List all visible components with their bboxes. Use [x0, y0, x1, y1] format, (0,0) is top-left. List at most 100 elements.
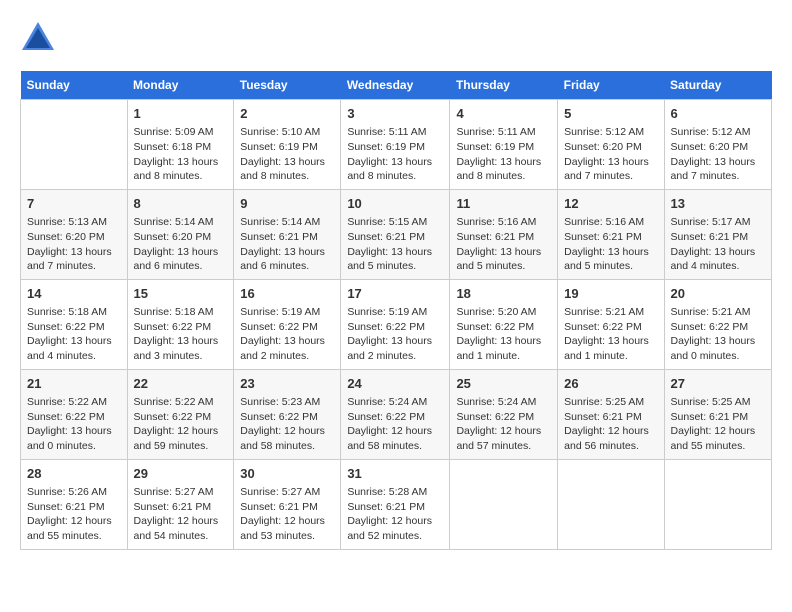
- calendar-body: 1Sunrise: 5:09 AM Sunset: 6:18 PM Daylig…: [21, 100, 772, 550]
- calendar-header-saturday: Saturday: [664, 71, 771, 100]
- calendar-week-4: 21Sunrise: 5:22 AM Sunset: 6:22 PM Dayli…: [21, 369, 772, 459]
- day-number: 9: [240, 195, 334, 213]
- day-info: Sunrise: 5:25 AM Sunset: 6:21 PM Dayligh…: [564, 395, 657, 454]
- day-info: Sunrise: 5:15 AM Sunset: 6:21 PM Dayligh…: [347, 215, 443, 274]
- day-number: 1: [134, 105, 228, 123]
- calendar-cell: 5Sunrise: 5:12 AM Sunset: 6:20 PM Daylig…: [558, 100, 664, 190]
- calendar-cell: 29 Sunrise: 5:27 AM Sunset: 6:21 PM Dayli…: [127, 459, 234, 549]
- calendar-cell: 12 Sunrise: 5:16 AM Sunset: 6:21 PM Dayli…: [558, 189, 664, 279]
- day-number: 12: [564, 195, 657, 213]
- calendar-table: SundayMondayTuesdayWednesdayThursdayFrid…: [20, 71, 772, 550]
- calendar-cell: 21Sunrise: 5:22 AM Sunset: 6:22 PM Dayli…: [21, 369, 128, 459]
- calendar-cell: 6 Sunrise: 5:12 AM Sunset: 6:20 PM Daylig…: [664, 100, 771, 190]
- calendar-cell: 18 Sunrise: 5:20 AM Sunset: 6:22 PM Dayli…: [450, 279, 558, 369]
- day-number: 15: [134, 285, 228, 303]
- day-number: 10: [347, 195, 443, 213]
- calendar-cell: 23Sunrise: 5:23 AM Sunset: 6:22 PM Dayli…: [234, 369, 341, 459]
- day-number: 3: [347, 105, 443, 123]
- calendar-cell: 15 Sunrise: 5:18 AM Sunset: 6:22 PM Dayli…: [127, 279, 234, 369]
- calendar-cell: 11 Sunrise: 5:16 AM Sunset: 6:21 PM Dayli…: [450, 189, 558, 279]
- day-info: Sunrise: 5:10 AM Sunset: 6:19 PM Dayligh…: [240, 125, 334, 184]
- calendar-week-1: 1Sunrise: 5:09 AM Sunset: 6:18 PM Daylig…: [21, 100, 772, 190]
- calendar-header-tuesday: Tuesday: [234, 71, 341, 100]
- day-number: 29: [134, 465, 228, 483]
- day-info: Sunrise: 5:16 AM Sunset: 6:21 PM Dayligh…: [564, 215, 657, 274]
- day-info: Sunrise: 5:24 AM Sunset: 6:22 PM Dayligh…: [456, 395, 551, 454]
- day-number: 24: [347, 375, 443, 393]
- day-number: 23: [240, 375, 334, 393]
- calendar-cell: 25 Sunrise: 5:24 AM Sunset: 6:22 PM Dayli…: [450, 369, 558, 459]
- day-number: 11: [456, 195, 551, 213]
- calendar-cell: 8 Sunrise: 5:14 AM Sunset: 6:20 PM Daylig…: [127, 189, 234, 279]
- calendar-cell: [558, 459, 664, 549]
- day-info: Sunrise: 5:16 AM Sunset: 6:21 PM Dayligh…: [456, 215, 551, 274]
- day-info: Sunrise: 5:17 AM Sunset: 6:21 PM Dayligh…: [671, 215, 765, 274]
- day-number: 18: [456, 285, 551, 303]
- calendar-cell: [664, 459, 771, 549]
- calendar-cell: [21, 100, 128, 190]
- calendar-cell: 26Sunrise: 5:25 AM Sunset: 6:21 PM Dayli…: [558, 369, 664, 459]
- day-number: 8: [134, 195, 228, 213]
- day-info: Sunrise: 5:28 AM Sunset: 6:21 PM Dayligh…: [347, 485, 443, 544]
- day-info: Sunrise: 5:25 AM Sunset: 6:21 PM Dayligh…: [671, 395, 765, 454]
- day-info: Sunrise: 5:19 AM Sunset: 6:22 PM Dayligh…: [347, 305, 443, 364]
- calendar-header-row: SundayMondayTuesdayWednesdayThursdayFrid…: [21, 71, 772, 100]
- day-number: 7: [27, 195, 121, 213]
- logo: [20, 20, 62, 56]
- day-number: 31: [347, 465, 443, 483]
- day-info: Sunrise: 5:22 AM Sunset: 6:22 PM Dayligh…: [27, 395, 121, 454]
- day-number: 20: [671, 285, 765, 303]
- day-info: Sunrise: 5:21 AM Sunset: 6:22 PM Dayligh…: [671, 305, 765, 364]
- calendar-cell: 10 Sunrise: 5:15 AM Sunset: 6:21 PM Dayli…: [341, 189, 450, 279]
- day-info: Sunrise: 5:27 AM Sunset: 6:21 PM Dayligh…: [134, 485, 228, 544]
- calendar-cell: 13 Sunrise: 5:17 AM Sunset: 6:21 PM Dayli…: [664, 189, 771, 279]
- calendar-header-friday: Friday: [558, 71, 664, 100]
- page-header: [20, 20, 772, 56]
- calendar-week-2: 7 Sunrise: 5:13 AM Sunset: 6:20 PM Daylig…: [21, 189, 772, 279]
- day-number: 22: [134, 375, 228, 393]
- day-number: 17: [347, 285, 443, 303]
- calendar-cell: 22Sunrise: 5:22 AM Sunset: 6:22 PM Dayli…: [127, 369, 234, 459]
- day-info: Sunrise: 5:21 AM Sunset: 6:22 PM Dayligh…: [564, 305, 657, 364]
- calendar-cell: 27 Sunrise: 5:25 AM Sunset: 6:21 PM Dayli…: [664, 369, 771, 459]
- calendar-week-3: 14Sunrise: 5:18 AM Sunset: 6:22 PM Dayli…: [21, 279, 772, 369]
- day-number: 27: [671, 375, 765, 393]
- day-info: Sunrise: 5:18 AM Sunset: 6:22 PM Dayligh…: [27, 305, 121, 364]
- day-info: Sunrise: 5:26 AM Sunset: 6:21 PM Dayligh…: [27, 485, 121, 544]
- calendar-cell: 28 Sunrise: 5:26 AM Sunset: 6:21 PM Dayli…: [21, 459, 128, 549]
- calendar-cell: 7 Sunrise: 5:13 AM Sunset: 6:20 PM Daylig…: [21, 189, 128, 279]
- day-number: 25: [456, 375, 551, 393]
- day-info: Sunrise: 5:12 AM Sunset: 6:20 PM Dayligh…: [671, 125, 765, 184]
- day-number: 6: [671, 105, 765, 123]
- day-info: Sunrise: 5:12 AM Sunset: 6:20 PM Dayligh…: [564, 125, 657, 184]
- calendar-cell: 31 Sunrise: 5:28 AM Sunset: 6:21 PM Dayli…: [341, 459, 450, 549]
- day-info: Sunrise: 5:14 AM Sunset: 6:21 PM Dayligh…: [240, 215, 334, 274]
- calendar-header-monday: Monday: [127, 71, 234, 100]
- calendar-cell: 2 Sunrise: 5:10 AM Sunset: 6:19 PM Daylig…: [234, 100, 341, 190]
- day-number: 13: [671, 195, 765, 213]
- calendar-week-5: 28 Sunrise: 5:26 AM Sunset: 6:21 PM Dayli…: [21, 459, 772, 549]
- day-number: 28: [27, 465, 121, 483]
- calendar-cell: 30Sunrise: 5:27 AM Sunset: 6:21 PM Dayli…: [234, 459, 341, 549]
- calendar-cell: 4 Sunrise: 5:11 AM Sunset: 6:19 PM Daylig…: [450, 100, 558, 190]
- day-info: Sunrise: 5:11 AM Sunset: 6:19 PM Dayligh…: [456, 125, 551, 184]
- day-number: 19: [564, 285, 657, 303]
- day-info: Sunrise: 5:14 AM Sunset: 6:20 PM Dayligh…: [134, 215, 228, 274]
- calendar-cell: 16Sunrise: 5:19 AM Sunset: 6:22 PM Dayli…: [234, 279, 341, 369]
- day-info: Sunrise: 5:13 AM Sunset: 6:20 PM Dayligh…: [27, 215, 121, 274]
- calendar-cell: 20 Sunrise: 5:21 AM Sunset: 6:22 PM Dayli…: [664, 279, 771, 369]
- calendar-cell: 24 Sunrise: 5:24 AM Sunset: 6:22 PM Dayli…: [341, 369, 450, 459]
- calendar-cell: 14Sunrise: 5:18 AM Sunset: 6:22 PM Dayli…: [21, 279, 128, 369]
- calendar-cell: [450, 459, 558, 549]
- day-number: 4: [456, 105, 551, 123]
- day-info: Sunrise: 5:24 AM Sunset: 6:22 PM Dayligh…: [347, 395, 443, 454]
- calendar-cell: 1Sunrise: 5:09 AM Sunset: 6:18 PM Daylig…: [127, 100, 234, 190]
- day-number: 30: [240, 465, 334, 483]
- day-info: Sunrise: 5:18 AM Sunset: 6:22 PM Dayligh…: [134, 305, 228, 364]
- calendar-header-thursday: Thursday: [450, 71, 558, 100]
- day-info: Sunrise: 5:19 AM Sunset: 6:22 PM Dayligh…: [240, 305, 334, 364]
- day-info: Sunrise: 5:20 AM Sunset: 6:22 PM Dayligh…: [456, 305, 551, 364]
- day-number: 2: [240, 105, 334, 123]
- calendar-cell: 3 Sunrise: 5:11 AM Sunset: 6:19 PM Daylig…: [341, 100, 450, 190]
- day-info: Sunrise: 5:11 AM Sunset: 6:19 PM Dayligh…: [347, 125, 443, 184]
